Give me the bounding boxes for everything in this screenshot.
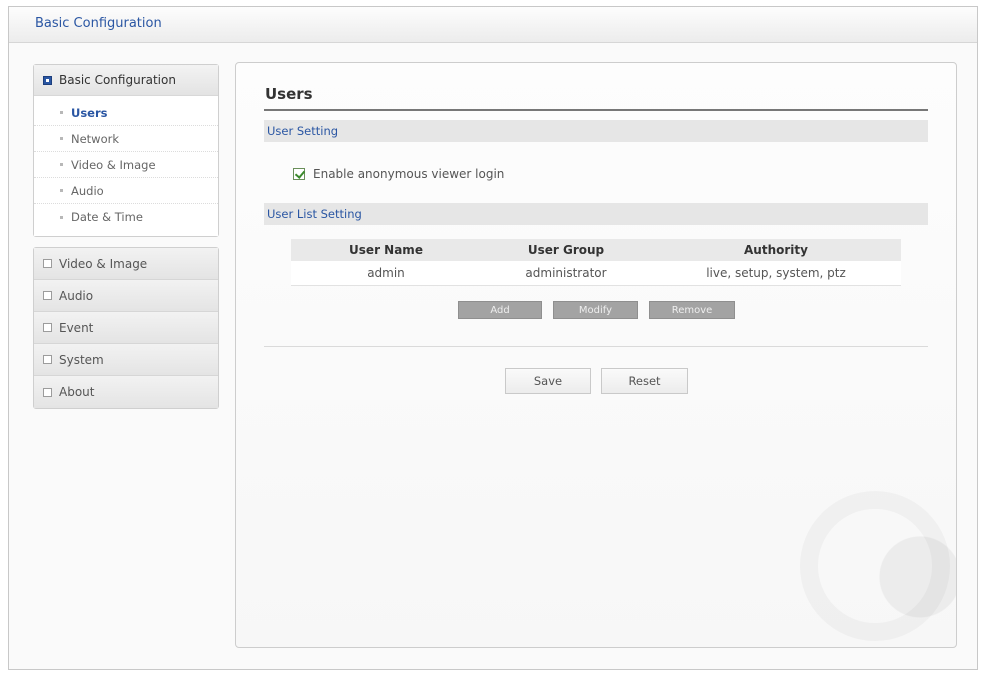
- column-header-user-group: User Group: [481, 239, 651, 261]
- sidebar-item-video-image[interactable]: Video & Image: [34, 152, 218, 178]
- page-header-title: Basic Configuration: [35, 16, 162, 31]
- collapsed-square-icon: [43, 323, 52, 332]
- table-row[interactable]: admin administrator live, setup, system,…: [291, 261, 901, 286]
- sidebar-item-label: Date & Time: [71, 210, 143, 224]
- bullet-icon: [60, 189, 63, 192]
- sidebar-submenu: Users Network Video & Image Audio Date &…: [34, 96, 218, 236]
- title-divider: [264, 109, 928, 111]
- sidebar-category-video-image[interactable]: Video & Image: [34, 248, 218, 280]
- user-setting-header: User Setting: [264, 120, 928, 142]
- anonymous-login-checkbox[interactable]: [293, 168, 305, 180]
- table-header-row: User Name User Group Authority: [291, 239, 901, 261]
- sidebar-category-event[interactable]: Event: [34, 312, 218, 344]
- expanded-square-icon: [43, 75, 52, 85]
- cell-authority: live, setup, system, ptz: [651, 261, 901, 286]
- sidebar-item-audio[interactable]: Audio: [34, 178, 218, 204]
- sidebar-item-date-time[interactable]: Date & Time: [34, 204, 218, 230]
- sidebar-item-label: Audio: [71, 183, 104, 198]
- sidebar-basic-configuration-group: Basic Configuration Users Network Video …: [33, 64, 219, 237]
- anonymous-login-row: Enable anonymous viewer login: [293, 167, 504, 181]
- modify-user-button[interactable]: Modify: [553, 301, 638, 319]
- bullet-icon: [60, 163, 63, 166]
- gear-watermark-icon: [800, 491, 950, 641]
- sidebar-category-label: About: [59, 385, 95, 399]
- sidebar-item-label: Users: [71, 105, 108, 120]
- cell-user-group: administrator: [481, 261, 651, 286]
- sidebar: Basic Configuration Users Network Video …: [33, 64, 219, 409]
- bullet-icon: [60, 215, 63, 219]
- user-table: User Name User Group Authority admin adm…: [291, 239, 901, 286]
- actions-divider: [264, 346, 928, 347]
- sidebar-item-label: Network: [71, 131, 120, 146]
- sidebar-item-label: Video & Image: [71, 157, 156, 172]
- collapsed-square-icon: [43, 291, 52, 300]
- sidebar-group-label: Basic Configuration: [59, 73, 176, 87]
- user-list-header: User List Setting: [264, 203, 928, 225]
- sidebar-category-audio[interactable]: Audio: [34, 280, 218, 312]
- main-panel: Users User Setting Enable anonymous view…: [235, 62, 957, 648]
- sidebar-category-system[interactable]: System: [34, 344, 218, 376]
- remove-user-button[interactable]: Remove: [649, 301, 735, 319]
- anonymous-login-label[interactable]: Enable anonymous viewer login: [313, 167, 504, 181]
- collapsed-square-icon: [43, 387, 52, 397]
- sidebar-category-label: Video & Image: [59, 256, 148, 271]
- collapsed-square-icon: [43, 355, 52, 364]
- bullet-icon: [60, 111, 63, 114]
- page-title: Users: [265, 85, 313, 103]
- sidebar-item-users[interactable]: Users: [34, 100, 218, 126]
- column-header-authority: Authority: [651, 239, 901, 261]
- sidebar-category-about[interactable]: About: [34, 376, 218, 408]
- bullet-icon: [60, 137, 63, 140]
- sidebar-category-label: Event: [59, 320, 94, 335]
- sidebar-group-basic-configuration[interactable]: Basic Configuration: [34, 65, 218, 96]
- sidebar-categories: Video & Image Audio Event System About: [33, 247, 219, 409]
- app-frame: Basic Configuration Basic Configuration …: [8, 6, 978, 670]
- sidebar-category-label: System: [59, 352, 104, 367]
- sidebar-item-network[interactable]: Network: [34, 126, 218, 152]
- sidebar-category-label: Audio: [59, 288, 94, 303]
- top-bar: Basic Configuration: [9, 7, 977, 43]
- save-button[interactable]: Save: [505, 368, 591, 394]
- add-user-button[interactable]: Add: [458, 301, 542, 319]
- reset-button[interactable]: Reset: [601, 368, 688, 394]
- column-header-user-name: User Name: [291, 239, 481, 261]
- cell-user-name: admin: [291, 261, 481, 286]
- collapsed-square-icon: [43, 259, 52, 268]
